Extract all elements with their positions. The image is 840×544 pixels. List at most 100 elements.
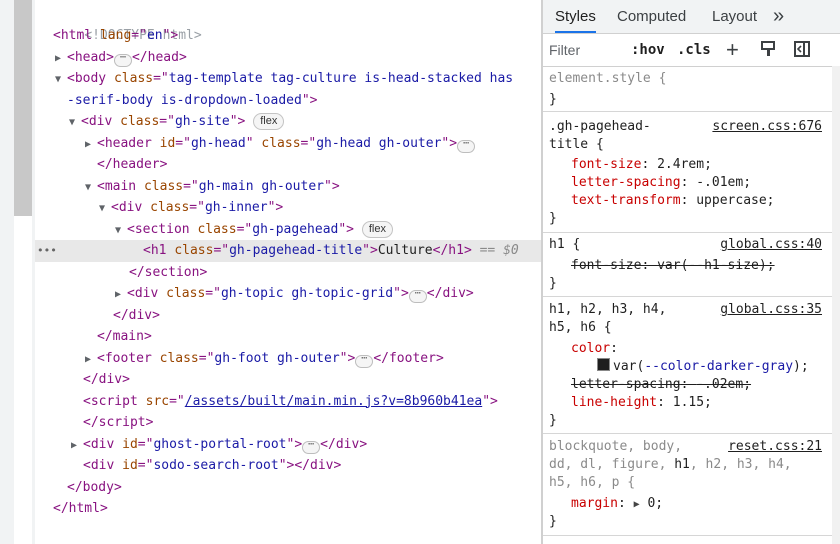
declaration[interactable]: line-height: 1.15; (571, 394, 712, 412)
attr-name: class (150, 200, 190, 215)
selector-text: , h2, h3, h4, (689, 457, 792, 472)
declaration[interactable]: letter-spacing: -.01em; (571, 174, 751, 192)
source-link[interactable]: global.css:40 (720, 236, 822, 254)
dom-node-body[interactable]: ▼ <body class="tag-template tag-culture i… (35, 68, 541, 90)
css-variable[interactable]: --h1-size (688, 258, 758, 273)
gutter-scroll-thumb[interactable] (14, 0, 32, 216)
dom-node-body-close[interactable]: </body> (35, 477, 541, 499)
source-link[interactable]: global.css:35 (720, 301, 822, 319)
declaration-overridden[interactable]: font-size: var(--h1-size); (571, 257, 775, 275)
hover-state-toggle[interactable]: :hov (631, 42, 665, 58)
dom-node-header[interactable]: ▶ <header id="gh-head" class="gh-head gh-… (35, 133, 541, 155)
dom-node-section-close[interactable]: </section> (35, 262, 541, 284)
expand-triangle-icon[interactable]: ▶ (55, 48, 67, 70)
declaration[interactable]: text-transform: uppercase; (571, 192, 775, 210)
elements-panel[interactable]: <!DOCTYPE html> <html lang="en"> ▶ <head>… (0, 0, 541, 544)
dom-node-html-close[interactable]: </html> (35, 498, 541, 520)
dom-node-head[interactable]: ▶ <head> ⋯ </head> (35, 47, 541, 69)
attr-name: src (145, 393, 170, 409)
rule-selector[interactable]: element.style { (549, 70, 666, 88)
dom-node-h1-selected[interactable]: <h1 class="gh-pagehead-title">Culture</h… (35, 240, 541, 262)
prop-value: 1.15; (672, 395, 712, 410)
expand-triangle-icon[interactable]: ▶ (115, 284, 127, 306)
dom-node-body-wrap: -serif-body is-dropdown-loaded"> (67, 92, 318, 108)
tag-name: div (98, 372, 123, 387)
declaration-overridden[interactable]: letter-spacing: -.02em; (571, 376, 751, 394)
dom-node-sodo-search-root[interactable]: <div id="sodo-search-root"></div> (35, 455, 541, 477)
selector-text: h5, h6, p { (549, 475, 636, 490)
dom-node-div-site-close[interactable]: </div> (35, 369, 541, 391)
dom-node-script[interactable]: <script src="/assets/built/main.min.js?v… (35, 391, 541, 413)
rule-selector[interactable]: blockquote, body, (549, 438, 682, 456)
css-variable[interactable]: --color-darker-gray (644, 359, 793, 374)
collapsed-ellipsis-icon[interactable]: ⋯ (408, 289, 427, 303)
new-rule-plus-icon[interactable]: + (726, 37, 739, 63)
attr-value: gh-pagehead-title (229, 243, 363, 258)
rule-selector[interactable]: .gh-pagehead- (549, 118, 651, 136)
tag-name: body (82, 479, 114, 495)
tab-styles[interactable]: Styles (555, 0, 596, 33)
class-toggle[interactable]: .cls (677, 42, 711, 58)
dom-node-div-gh-inner[interactable]: ▼ <div class="gh-inner"> (35, 197, 541, 219)
collapsed-ellipsis-icon[interactable]: ⋯ (457, 138, 476, 153)
script-src-link[interactable]: /assets/built/main.min.js?v=8b960b41ea (185, 394, 482, 409)
dom-node-div-gh-topic[interactable]: ▶ <div class="gh-topic gh-topic-grid"> ⋯ </… (35, 283, 541, 305)
collapse-triangle-icon[interactable]: ▼ (55, 69, 67, 91)
expand-triangle-icon[interactable]: ▶ (85, 134, 97, 156)
paint-brush-icon[interactable] (759, 40, 777, 63)
prop-value: ); (793, 359, 809, 374)
source-link[interactable]: reset.css:21 (728, 438, 822, 456)
declaration[interactable]: font-size: 2.4rem; (571, 156, 712, 174)
attr-name: class (120, 114, 160, 129)
attr-name: class (197, 221, 237, 237)
styles-scrollbar[interactable] (832, 66, 840, 544)
rule-selector[interactable]: h1, h2, h3, h4, (549, 301, 666, 319)
dom-node-div-close[interactable]: </div> (35, 305, 541, 327)
styles-tab-bar: Styles Computed Layout » (543, 0, 840, 34)
flex-badge[interactable]: flex (361, 220, 393, 238)
collapse-triangle-icon[interactable]: ▼ (115, 220, 127, 242)
dom-node-doctype[interactable]: <!DOCTYPE html> (35, 3, 541, 43)
styles-filter-input[interactable]: Filter (549, 42, 580, 58)
source-link[interactable]: screen.css:676 (712, 118, 822, 136)
attr-value: gh-main gh-outer (198, 178, 324, 194)
dom-node-header-close[interactable]: </header> (35, 154, 541, 176)
declaration[interactable]: color: (571, 340, 618, 358)
color-swatch-icon[interactable] (597, 358, 610, 371)
selector-text: element.style { (549, 71, 667, 86)
tab-layout[interactable]: Layout (712, 0, 757, 33)
dom-node-html[interactable]: <html lang="en"> (35, 25, 541, 47)
tab-computed[interactable]: Computed (617, 0, 686, 33)
dom-node-main-close[interactable]: </main> (35, 326, 541, 348)
collapse-triangle-icon[interactable]: ▼ (69, 112, 81, 134)
prop-name: line-height (571, 395, 658, 410)
rule-selector[interactable]: h1 { (549, 236, 580, 254)
collapsed-ellipsis-icon[interactable]: ⋯ (355, 353, 374, 368)
dom-node-ghost-portal-root[interactable]: ▶ <div id="ghost-portal-root"> ⋯ </div> (35, 434, 541, 456)
flex-badge[interactable]: flex (253, 113, 285, 130)
dom-node-main[interactable]: ▼ <main class="gh-main gh-outer"> (35, 176, 541, 198)
collapsed-ellipsis-icon[interactable]: ⋯ (113, 52, 132, 67)
selector-match: h1 (674, 457, 690, 472)
prop-name: letter-spacing (571, 175, 681, 190)
dom-node-script-close[interactable]: </script> (35, 412, 541, 434)
selector-text: blockquote, body, (549, 439, 683, 454)
collapse-triangle-icon[interactable]: ▼ (85, 177, 97, 199)
expand-shorthand-triangle-icon[interactable]: ▶ (634, 499, 640, 510)
declaration[interactable]: margin: ▶ 0; (571, 495, 663, 513)
collapse-triangle-icon[interactable]: ▼ (99, 198, 111, 220)
node-actions-icon[interactable]: ••• (37, 240, 57, 262)
expand-triangle-icon[interactable]: ▶ (71, 435, 83, 457)
attr-value: gh-head (190, 135, 246, 151)
more-tabs-icon[interactable]: » (773, 0, 784, 33)
declaration-value[interactable]: var(--color-darker-gray); (597, 358, 809, 376)
dom-node-div-gh-site[interactable]: ▼ <div class="gh-site"> flex (35, 111, 541, 133)
prop-name: font-size (571, 258, 642, 273)
expand-triangle-icon[interactable]: ▶ (85, 349, 97, 371)
attr-value-continued: -serif-body is-dropdown-loaded (67, 92, 302, 108)
collapsed-ellipsis-icon[interactable]: ⋯ (302, 439, 321, 454)
dom-node-section[interactable]: ▼ <section class="gh-pagehead"> flex (35, 219, 541, 241)
styles-panel[interactable]: Styles Computed Layout » Filter :hov .cl… (543, 0, 840, 544)
toggle-sidebar-icon[interactable] (793, 40, 811, 63)
dom-node-footer[interactable]: ▶ <footer class="gh-foot gh-outer"> ⋯ </foo… (35, 348, 541, 370)
